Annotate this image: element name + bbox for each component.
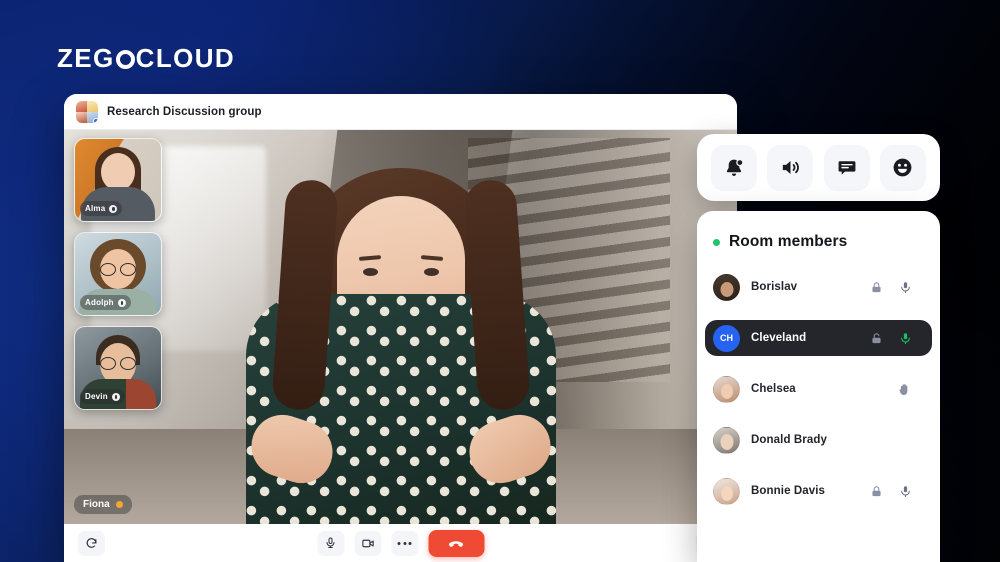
participant-thumbnail[interactable]: Devin (74, 326, 162, 410)
lock-icon[interactable] (870, 281, 883, 294)
emoji-smiley-icon (893, 158, 912, 177)
rotate-camera-button[interactable] (78, 530, 105, 556)
member-name: Chelsea (751, 383, 796, 395)
call-control-bar (64, 524, 737, 562)
camera-button[interactable] (354, 530, 381, 556)
avatar: CH (713, 324, 740, 352)
member-row[interactable]: Chelsea (713, 371, 924, 407)
video-stage: Alma Adolph Devin Fiona (64, 130, 737, 524)
avatar (713, 477, 740, 505)
members-panel-header: Room members (713, 233, 924, 251)
thumbnail-name-label: Adolph (80, 295, 131, 310)
group-avatar-icon (76, 100, 98, 123)
video-call-window: Research Discussion group Alma Adolph De… (64, 94, 737, 562)
rotate-camera-icon (86, 537, 97, 548)
active-speaker-video (231, 154, 571, 524)
participant-thumbnail-list: Alma Adolph Devin (74, 138, 162, 410)
mic-icon (117, 298, 126, 307)
microphone-active-icon[interactable] (899, 332, 912, 345)
participant-thumbnail[interactable]: Alma (74, 138, 162, 222)
member-status-icons (897, 382, 912, 397)
primary-controls-group (317, 529, 484, 557)
chat-bubble-icon (838, 160, 856, 175)
chat-button[interactable] (823, 144, 870, 191)
room-members-panel: Room members Borislav CH Cleveland Chels… (697, 211, 940, 562)
thumbnail-name-label: Devin (80, 389, 125, 404)
glasses-icon (100, 357, 136, 370)
active-speaker-name-label: Fiona (74, 495, 132, 514)
speaking-indicator-icon (115, 501, 123, 508)
hangup-button[interactable] (428, 529, 484, 557)
member-row-active[interactable]: CH Cleveland (705, 320, 932, 356)
microphone-icon[interactable] (899, 485, 912, 498)
bell-notification-icon (727, 158, 744, 176)
unlock-icon[interactable] (870, 332, 883, 345)
member-status-icons (870, 281, 912, 294)
member-name: Borislav (751, 281, 798, 293)
member-row[interactable]: Borislav (713, 269, 924, 305)
window-header: Research Discussion group (64, 94, 737, 130)
hangup-phone-icon (448, 540, 464, 547)
lock-icon[interactable] (870, 485, 883, 498)
page-title: Research Discussion group (107, 105, 262, 118)
members-panel-title: Room members (729, 233, 848, 250)
mic-icon (111, 392, 120, 401)
mic-icon (109, 204, 118, 213)
avatar-initials: CH (720, 333, 733, 343)
online-status-icon (713, 238, 720, 246)
camera-icon (361, 539, 374, 547)
avatar (713, 273, 740, 301)
member-status-icons (870, 332, 912, 345)
notifications-button[interactable] (711, 144, 758, 191)
microphone-button[interactable] (317, 530, 344, 556)
speaker-volume-icon (782, 160, 799, 175)
zegocloud-logo: ZEG CLOUD (57, 45, 235, 71)
emoji-button[interactable] (879, 144, 926, 191)
member-row[interactable]: Bonnie Davis (713, 473, 924, 509)
avatar (713, 426, 740, 454)
member-row[interactable]: Donald Brady (713, 422, 924, 458)
more-options-icon (397, 541, 412, 545)
microphone-icon[interactable] (899, 281, 912, 294)
logo-ring-icon (115, 49, 135, 69)
volume-button[interactable] (767, 144, 814, 191)
thumbnail-name-label: Alma (80, 201, 123, 216)
raised-hand-icon[interactable] (897, 382, 912, 397)
floating-toolbar (697, 134, 940, 201)
logo-text-part1: ZEG (57, 43, 115, 73)
member-name: Bonnie Davis (751, 485, 826, 497)
logo-text-part2: CLOUD (135, 43, 236, 73)
microphone-icon (326, 537, 335, 549)
participant-thumbnail[interactable]: Adolph (74, 232, 162, 316)
member-name: Donald Brady (751, 434, 827, 446)
glasses-icon (100, 263, 136, 276)
member-name: Cleveland (751, 332, 807, 344)
avatar (713, 375, 740, 403)
member-status-icons (870, 485, 912, 498)
more-options-button[interactable] (391, 530, 418, 556)
